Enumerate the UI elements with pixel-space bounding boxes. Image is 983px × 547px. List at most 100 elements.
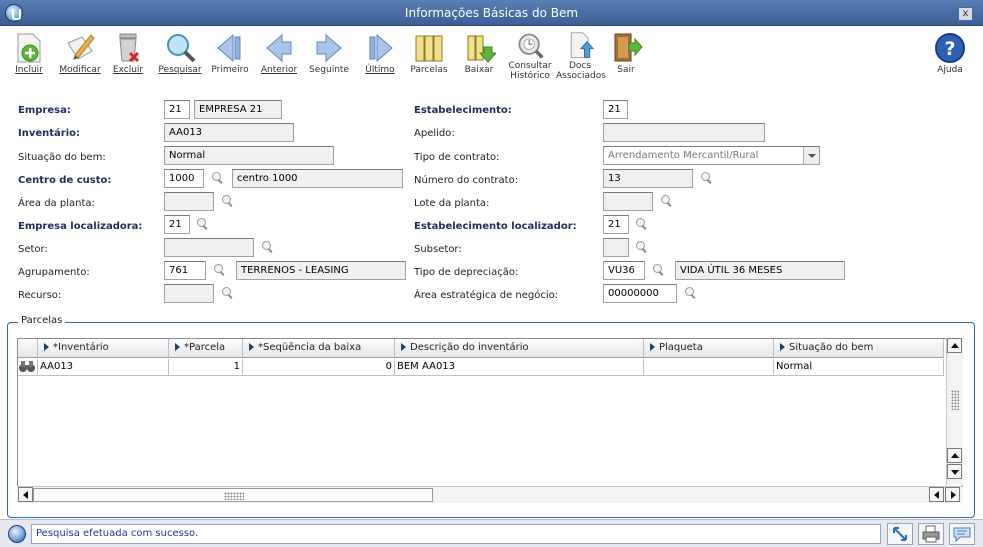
incluir-button[interactable]: Incluir — [8, 31, 50, 75]
printer-icon — [922, 525, 940, 543]
scroll-up-arrow-icon[interactable] — [947, 338, 962, 353]
chevron-down-icon[interactable] — [803, 147, 819, 164]
sair-button[interactable]: Sair — [608, 31, 644, 75]
horizontal-scrollbar[interactable] — [17, 486, 963, 503]
subsetor-search-icon[interactable] — [635, 240, 649, 254]
column-header-plaqueta-label: Plaqueta — [659, 342, 703, 353]
area-estrategica-label: Área estratégica de negócio: — [414, 290, 559, 301]
inventario-field[interactable]: AA013 — [164, 123, 294, 142]
empresa-label: Empresa: — [18, 105, 71, 116]
first-record-icon — [217, 33, 241, 63]
column-header-inventario-label: *Inventário — [53, 342, 109, 353]
estab-localizador-field[interactable]: 21 — [603, 215, 629, 234]
apelido-field[interactable] — [603, 123, 765, 142]
empresa-localizadora-search-icon[interactable] — [196, 217, 210, 231]
tipo-contrato-label: Tipo de contrato: — [414, 152, 500, 163]
excluir-button[interactable]: Excluir — [108, 31, 148, 75]
tipo-depreciacao-search-icon[interactable] — [652, 263, 666, 277]
row-selector-header — [18, 339, 38, 358]
empresa-localizadora-field[interactable]: 21 — [164, 215, 190, 234]
ultimo-button[interactable]: Último — [358, 31, 402, 75]
consultar-historico-button[interactable]: Consultar Histórico — [506, 31, 554, 81]
apelido-label: Apelido: — [414, 128, 455, 139]
cell-situacao[interactable]: Normal — [774, 359, 944, 376]
tipo-contrato-value: Arrendamento Mercantil/Rural — [608, 150, 759, 161]
recurso-search-icon[interactable] — [221, 286, 235, 300]
setor-search-icon[interactable] — [261, 240, 275, 254]
scroll-right-arrow-icon[interactable] — [945, 487, 960, 502]
close-window-button[interactable]: x — [958, 7, 973, 21]
edit-pencil-icon — [67, 34, 95, 60]
lote-planta-label: Lote da planta: — [414, 198, 490, 209]
column-header-parcela[interactable]: *Parcela — [169, 339, 243, 358]
horizontal-scroll-thumb[interactable] — [33, 488, 433, 502]
column-header-plaqueta[interactable]: Plaqueta — [644, 339, 774, 358]
modificar-button[interactable]: Modificar — [56, 31, 104, 75]
subsetor-label: Subsetor: — [414, 244, 462, 255]
pesquisar-button[interactable]: Pesquisar — [156, 31, 204, 75]
lote-planta-field[interactable] — [603, 192, 653, 211]
status-bar: Pesquisa efetuada com sucesso. — [0, 519, 983, 547]
column-header-inventario[interactable]: *Inventário — [38, 339, 169, 358]
scroll-left-arrow-icon-right[interactable] — [929, 487, 944, 502]
area-planta-search-icon[interactable] — [221, 194, 235, 208]
cell-parcela[interactable]: 1 — [169, 359, 243, 376]
numero-contrato-field[interactable]: 13 — [603, 169, 693, 188]
status-message: Pesquisa efetuada com sucesso. — [31, 524, 881, 544]
cell-inventario[interactable]: AA013 — [38, 359, 169, 376]
messages-button[interactable] — [949, 523, 975, 545]
baixar-button[interactable]: Baixar — [458, 31, 500, 75]
estab-localizador-label: Estabelecimento localizador: — [414, 221, 577, 232]
baixar-label: Baixar — [464, 65, 494, 75]
subsetor-field[interactable] — [603, 238, 629, 257]
docs-associados-button[interactable]: Docs Associados — [556, 31, 606, 81]
print-button[interactable] — [918, 523, 944, 545]
parcelas-title: Parcelas — [18, 315, 66, 326]
agrupamento-search-icon[interactable] — [213, 263, 227, 277]
primeiro-button[interactable]: Primeiro — [208, 31, 252, 75]
resize-button[interactable] — [887, 523, 913, 545]
numero-contrato-label: Número do contrato: — [414, 175, 519, 186]
ajuda-button[interactable]: ? Ajuda — [930, 31, 970, 75]
previous-record-icon — [266, 33, 292, 63]
column-header-situacao[interactable]: Situação do bem — [774, 339, 944, 358]
scroll-up-arrow-icon-lower[interactable] — [947, 448, 962, 463]
area-planta-field[interactable] — [164, 192, 214, 211]
cell-sequencia[interactable]: 0 — [243, 359, 395, 376]
consultar-label-1: Consultar — [508, 61, 552, 71]
situacao-field[interactable]: Normal — [164, 146, 334, 165]
vertical-scrollbar[interactable] — [946, 338, 963, 485]
parcelas-button[interactable]: Parcelas — [408, 31, 450, 75]
cell-plaqueta[interactable] — [644, 359, 774, 376]
scroll-left-arrow-icon[interactable] — [18, 487, 33, 502]
trash-delete-icon — [119, 33, 140, 63]
empresa-code-field[interactable]: 21 — [164, 100, 190, 119]
recurso-field[interactable] — [164, 284, 214, 303]
lote-planta-search-icon[interactable] — [660, 194, 674, 208]
ultimo-label: Último — [365, 65, 395, 75]
parcelas-grid[interactable]: *Inventário *Parcela *Seqüência da baixa… — [17, 338, 963, 503]
row-indicator[interactable] — [18, 359, 38, 376]
agrupamento-code-field[interactable]: 761 — [164, 261, 206, 280]
centro-custo-code-field[interactable]: 1000 — [164, 169, 204, 188]
modificar-label: Modificar — [59, 65, 101, 75]
centro-custo-search-icon[interactable] — [211, 171, 225, 185]
area-estrategica-search-icon[interactable] — [684, 286, 698, 300]
area-estrategica-field[interactable]: 00000000 — [603, 284, 677, 303]
excluir-label: Excluir — [112, 65, 144, 75]
anterior-button[interactable]: Anterior — [258, 31, 300, 75]
setor-field[interactable] — [164, 238, 254, 257]
cell-descricao[interactable]: BEM AA013 — [395, 359, 644, 376]
column-header-descricao[interactable]: Descrição do inventário — [395, 339, 644, 358]
column-header-sequencia[interactable]: *Seqüência da baixa — [243, 339, 395, 358]
tipo-depreciacao-code-field[interactable]: VU36 — [603, 261, 645, 280]
seguinte-button[interactable]: Seguinte — [306, 31, 352, 75]
numero-contrato-search-icon[interactable] — [700, 171, 714, 185]
empresa-localizadora-label: Empresa localizadora: — [18, 221, 143, 232]
history-search-icon — [518, 33, 544, 59]
estab-localizador-search-icon[interactable] — [635, 217, 649, 231]
estabelecimento-field[interactable]: 21 — [603, 100, 628, 119]
docs-label-1: Docs — [568, 61, 592, 71]
scroll-down-arrow-icon[interactable] — [947, 464, 962, 479]
tipo-contrato-select[interactable]: Arrendamento Mercantil/Rural — [603, 146, 820, 165]
